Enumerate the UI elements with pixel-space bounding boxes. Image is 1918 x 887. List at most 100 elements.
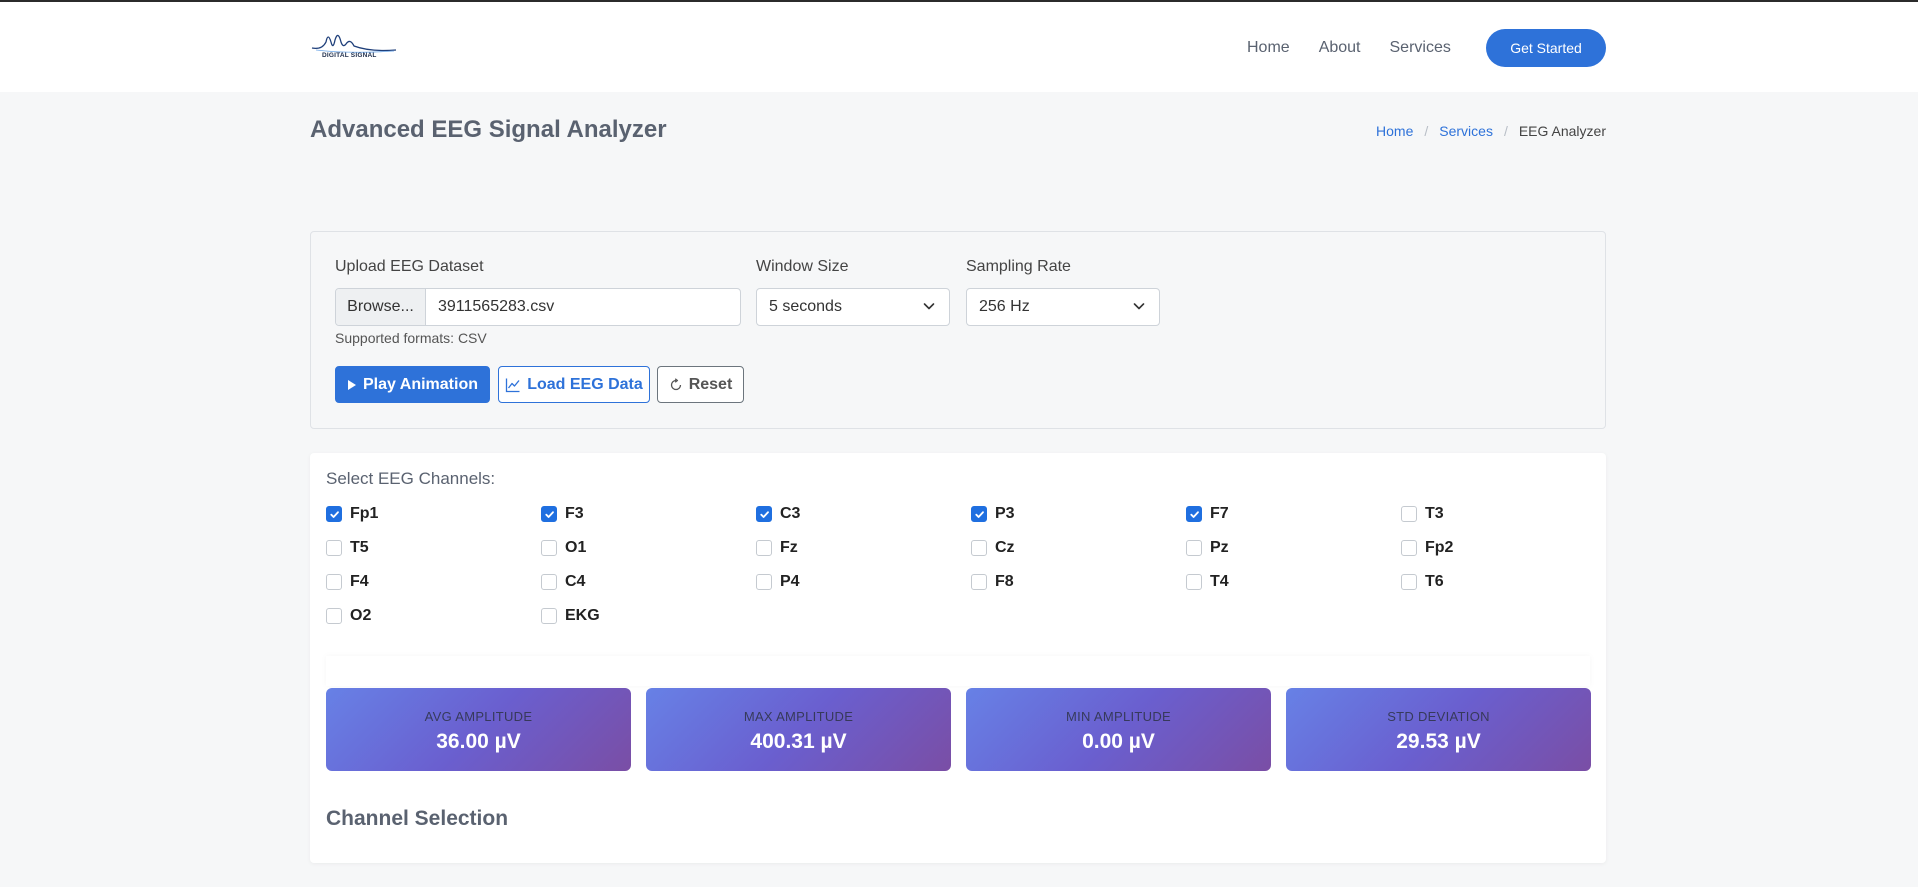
channel-checkbox-f8[interactable]: F8 <box>971 572 1014 592</box>
stat-card-std: STD DEVIATION 29.53 µV <box>1286 688 1591 771</box>
checkbox-icon[interactable] <box>1401 540 1417 556</box>
nav-home[interactable]: Home <box>1247 39 1290 57</box>
checkbox-icon[interactable] <box>1401 574 1417 590</box>
page-title: Advanced EEG Signal Analyzer <box>310 116 667 143</box>
upload-dataset-label: Upload EEG Dataset <box>335 258 484 275</box>
channel-checkbox-fp2[interactable]: Fp2 <box>1401 538 1453 558</box>
checkbox-icon[interactable] <box>326 574 342 590</box>
logo[interactable]: DIGITAL SIGNAL <box>310 28 398 62</box>
section-title: Channel Selection <box>326 807 509 830</box>
stat-value: 0.00 µV <box>1082 730 1155 753</box>
checkbox-checked-icon[interactable] <box>1186 506 1202 522</box>
channel-checkbox-c3[interactable]: C3 <box>756 504 800 524</box>
channel-label: C4 <box>565 573 586 590</box>
stat-label: STD DEVIATION <box>1387 709 1490 724</box>
channel-checkbox-o1[interactable]: O1 <box>541 538 586 558</box>
channel-label: F8 <box>995 573 1014 590</box>
sampling-rate-label: Sampling Rate <box>966 258 1071 275</box>
channel-checkbox-pz[interactable]: Pz <box>1186 538 1229 558</box>
checkbox-checked-icon[interactable] <box>541 506 557 522</box>
window-size-value: 5 seconds <box>769 298 842 315</box>
refresh-icon <box>669 377 683 392</box>
breadcrumb-services[interactable]: Services <box>1439 123 1493 139</box>
chevron-down-icon <box>923 303 935 310</box>
sampling-rate-value: 256 Hz <box>979 298 1030 315</box>
channel-checkbox-fp1[interactable]: Fp1 <box>326 504 378 524</box>
channel-label: F3 <box>565 505 584 522</box>
stat-value: 400.31 µV <box>750 730 847 753</box>
checkbox-checked-icon[interactable] <box>756 506 772 522</box>
channel-checkbox-ekg[interactable]: EKG <box>541 606 600 626</box>
checkbox-icon[interactable] <box>326 540 342 556</box>
stat-card-min: MIN AMPLITUDE 0.00 µV <box>966 688 1271 771</box>
checkbox-icon[interactable] <box>541 540 557 556</box>
checkbox-icon[interactable] <box>541 608 557 624</box>
breadcrumb-home[interactable]: Home <box>1376 123 1413 139</box>
channel-label: T5 <box>350 539 369 556</box>
channel-label: Fz <box>780 539 798 556</box>
reset-button[interactable]: Reset <box>657 366 744 403</box>
stat-value: 29.53 µV <box>1396 730 1481 753</box>
channel-checkbox-c4[interactable]: C4 <box>541 572 585 592</box>
waveform-icon <box>311 34 397 53</box>
stats-strip <box>326 656 1590 686</box>
play-animation-button[interactable]: Play Animation <box>335 366 490 403</box>
sampling-rate-select[interactable]: 256 Hz <box>966 288 1160 326</box>
stat-card-avg: AVG AMPLITUDE 36.00 µV <box>326 688 631 771</box>
checkbox-icon[interactable] <box>1401 506 1417 522</box>
stat-label: MIN AMPLITUDE <box>1065 709 1172 724</box>
stat-label: MAX AMPLITUDE <box>743 709 854 724</box>
channel-label: Pz <box>1210 539 1229 556</box>
breadcrumb-separator: / <box>1424 123 1429 139</box>
stat-value: 36.00 µV <box>436 730 521 753</box>
checkbox-icon[interactable] <box>1186 574 1202 590</box>
stat-card-max: MAX AMPLITUDE 400.31 µV <box>646 688 951 771</box>
play-animation-label: Play Animation <box>363 375 478 393</box>
breadcrumb-separator: / <box>1503 123 1508 139</box>
channel-checkbox-t3[interactable]: T3 <box>1401 504 1444 524</box>
checkbox-icon[interactable] <box>756 574 772 590</box>
checkbox-icon[interactable] <box>1186 540 1202 556</box>
channel-checkbox-f7[interactable]: F7 <box>1186 504 1229 524</box>
get-started-button[interactable]: Get Started <box>1486 29 1606 67</box>
channel-card: Select EEG Channels: Fp1 F3 C3 P3 F7 T3 T5 O1 Fz… <box>310 453 1606 863</box>
checkbox-icon[interactable] <box>971 540 987 556</box>
checkbox-icon[interactable] <box>971 574 987 590</box>
nav-services[interactable]: Services <box>1390 39 1451 57</box>
channel-label: P4 <box>780 573 800 590</box>
file-input[interactable]: Browse... 3911565283.csv <box>335 288 741 326</box>
channel-label: F7 <box>1210 505 1229 522</box>
main-nav: Home About Services <box>1247 30 1480 66</box>
channel-checkbox-p4[interactable]: P4 <box>756 572 800 592</box>
chevron-down-icon <box>1133 303 1145 310</box>
nav-about[interactable]: About <box>1319 39 1361 57</box>
channel-checkbox-f4[interactable]: F4 <box>326 572 369 592</box>
stat-label: AVG AMPLITUDE <box>424 709 533 724</box>
checkbox-icon[interactable] <box>541 574 557 590</box>
window-size-select[interactable]: 5 seconds <box>756 288 950 326</box>
checkbox-checked-icon[interactable] <box>326 506 342 522</box>
channel-checkbox-fz[interactable]: Fz <box>756 538 798 558</box>
channel-checkbox-t4[interactable]: T4 <box>1186 572 1229 592</box>
reset-label: Reset <box>688 375 733 393</box>
channel-checkbox-o2[interactable]: O2 <box>326 606 371 626</box>
channel-checkbox-f3[interactable]: F3 <box>541 504 584 524</box>
channel-label: C3 <box>780 505 801 522</box>
load-eeg-data-button[interactable]: Load EEG Data <box>498 366 650 403</box>
play-icon <box>347 379 357 391</box>
channel-label: Fp1 <box>350 505 379 522</box>
channel-checkbox-t6[interactable]: T6 <box>1401 572 1444 592</box>
checkbox-checked-icon[interactable] <box>971 506 987 522</box>
channel-label: EKG <box>565 607 600 624</box>
channel-checkbox-p3[interactable]: P3 <box>971 504 1015 524</box>
channel-label: O2 <box>350 607 372 624</box>
checkbox-icon[interactable] <box>756 540 772 556</box>
channel-label: O1 <box>565 539 587 556</box>
channel-checkbox-cz[interactable]: Cz <box>971 538 1015 558</box>
browse-button[interactable]: Browse... <box>336 289 426 325</box>
breadcrumb: Home / Services / EEG Analyzer <box>1376 123 1606 139</box>
channel-checkbox-t5[interactable]: T5 <box>326 538 369 558</box>
logo-text: DIGITAL SIGNAL <box>322 52 377 59</box>
file-name: 3911565283.csv <box>438 298 555 315</box>
checkbox-icon[interactable] <box>326 608 342 624</box>
